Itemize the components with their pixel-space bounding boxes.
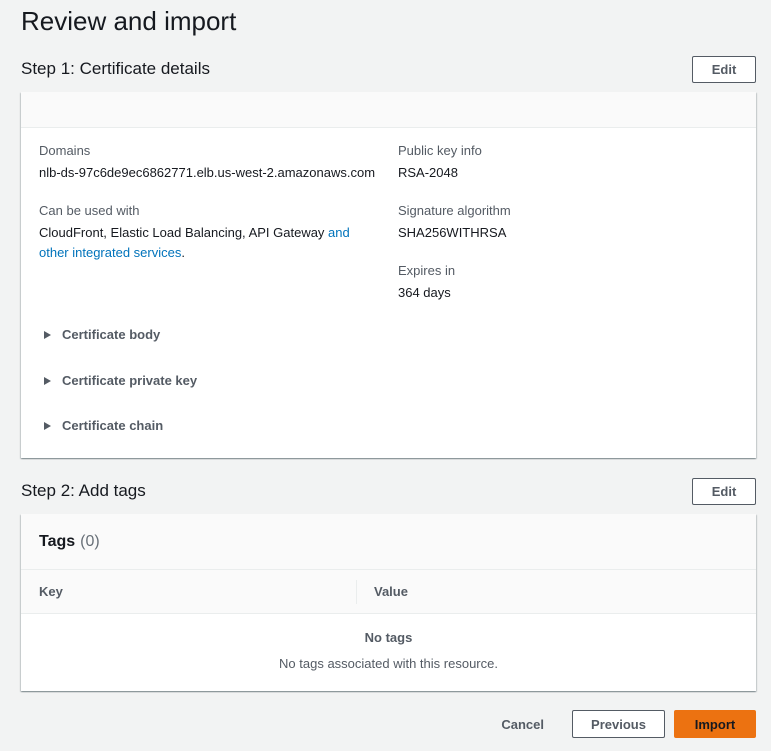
column-divider	[356, 580, 357, 604]
public-key-label: Public key info	[398, 143, 482, 158]
caret-right-icon	[44, 330, 51, 339]
wizard-footer: Cancel Previous Import	[501, 710, 756, 738]
certificate-body-label: Certificate body	[62, 327, 161, 342]
cancel-button[interactable]: Cancel	[501, 717, 544, 732]
tags-header: Tags (0)	[21, 514, 756, 570]
step1-title: Step 1: Certificate details	[21, 59, 210, 78]
used-with-value: CloudFront, Elastic Load Balancing, API …	[39, 223, 369, 263]
integrated-services-link[interactable]: other integrated services	[39, 245, 181, 260]
empty-state-description: No tags associated with this resource.	[279, 656, 498, 671]
previous-button[interactable]: Previous	[572, 710, 665, 738]
expires-label: Expires in	[398, 263, 456, 278]
used-with-end: .	[181, 245, 185, 260]
certificate-chain-label: Certificate chain	[62, 418, 164, 433]
used-with-text: CloudFront, Elastic Load Balancing, API …	[39, 225, 329, 240]
step2-header: Step 2: Add tags Edit	[21, 477, 756, 505]
step2-edit-button[interactable]: Edit	[692, 477, 756, 505]
import-button[interactable]: Import	[674, 710, 756, 738]
caret-right-icon	[44, 421, 51, 430]
step1-edit-button[interactable]: Edit	[692, 55, 756, 83]
caret-right-icon	[44, 376, 51, 385]
empty-state-title: No tags	[364, 630, 413, 645]
used-with-label: Can be used with	[39, 203, 140, 218]
domains-label: Domains	[39, 143, 91, 158]
certificate-body-expander[interactable]: Certificate body	[44, 327, 160, 342]
certificate-private-key-expander[interactable]: Certificate private key	[44, 373, 197, 388]
signature-label: Signature algorithm	[398, 203, 511, 218]
column-key: Key	[39, 584, 63, 599]
expires-value: 364 days	[398, 285, 451, 300]
tags-panel: Tags (0) Key Value No tags No tags assoc…	[21, 514, 756, 691]
public-key-value: RSA-2048	[398, 165, 458, 180]
domains-value: nlb-ds-97c6de9ec6862771.elb.us-west-2.am…	[39, 165, 376, 180]
certificate-chain-expander[interactable]: Certificate chain	[44, 418, 163, 433]
and-link[interactable]: and	[328, 225, 350, 240]
certificate-private-key-label: Certificate private key	[62, 373, 198, 388]
certificate-details-panel: Domains nlb-ds-97c6de9ec6862771.elb.us-w…	[21, 92, 756, 458]
column-value: Value	[374, 584, 408, 599]
tags-count: (0)	[80, 532, 100, 550]
signature-value: SHA256WITHRSA	[398, 225, 507, 240]
step1-header: Step 1: Certificate details Edit	[21, 55, 756, 83]
step2-title: Step 2: Add tags	[21, 481, 146, 500]
tags-title: Tags	[39, 532, 76, 550]
panel-header	[21, 92, 756, 128]
page-title: Review and import	[21, 6, 237, 36]
tags-table-header: Key Value	[21, 570, 756, 614]
